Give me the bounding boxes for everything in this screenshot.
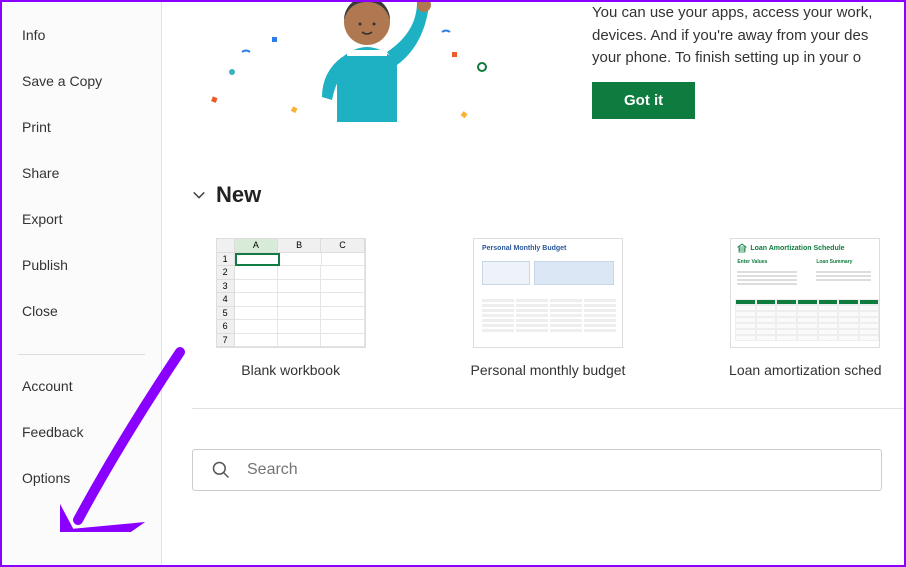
template-thumb-blank: A B C 1 2 3 4 5 6 7 xyxy=(216,238,366,348)
sidebar-item-share[interactable]: Share xyxy=(2,150,161,196)
thumb-budget-title: Personal Monthly Budget xyxy=(474,239,622,258)
template-thumb-budget: Personal Monthly Budget xyxy=(473,238,623,348)
template-loan-amortization[interactable]: Loan Amortization Schedule Enter Values … xyxy=(707,238,904,378)
sidebar-item-publish[interactable]: Publish xyxy=(2,242,161,288)
search-icon xyxy=(211,460,231,480)
backstage-sidebar: Info Save a Copy Print Share Export Publ… xyxy=(2,2,162,565)
bank-icon xyxy=(737,243,747,253)
thumb-loan-h1: Enter Values xyxy=(737,259,767,265)
banner-text-block: You can use your apps, access your work,… xyxy=(572,2,904,119)
chevron-down-icon xyxy=(192,188,206,202)
banner-description: You can use your apps, access your work,… xyxy=(592,2,894,70)
sidebar-divider xyxy=(18,354,145,355)
template-label: Blank workbook xyxy=(192,362,389,378)
section-divider xyxy=(192,408,904,409)
template-thumb-loan: Loan Amortization Schedule Enter Values … xyxy=(730,238,880,348)
sidebar-item-options[interactable]: Options xyxy=(2,455,161,501)
template-blank-workbook[interactable]: A B C 1 2 3 4 5 6 7 Blank workbook xyxy=(192,238,389,378)
new-section-title: New xyxy=(216,182,261,208)
sidebar-item-info[interactable]: Info xyxy=(2,12,161,58)
onboarding-banner: You can use your apps, access your work,… xyxy=(192,2,904,152)
sidebar-item-save-copy[interactable]: Save a Copy xyxy=(2,58,161,104)
new-section-header[interactable]: New xyxy=(192,182,904,208)
thumb-loan-title: Loan Amortization Schedule xyxy=(731,239,879,257)
main-content: You can use your apps, access your work,… xyxy=(162,2,904,565)
template-monthly-budget[interactable]: Personal Monthly Budget Personal monthly… xyxy=(449,238,646,378)
template-label: Personal monthly budget xyxy=(449,362,646,378)
search-input[interactable] xyxy=(247,461,863,479)
search-box[interactable] xyxy=(192,449,882,491)
sidebar-item-export[interactable]: Export xyxy=(2,196,161,242)
got-it-button[interactable]: Got it xyxy=(592,82,695,119)
templates-row: A B C 1 2 3 4 5 6 7 Blank workbook Perso… xyxy=(192,238,904,378)
template-label: Loan amortization sched xyxy=(707,362,904,378)
sidebar-item-close[interactable]: Close xyxy=(2,288,161,334)
sidebar-item-account[interactable]: Account xyxy=(2,363,161,409)
thumb-loan-h2: Loan Summary xyxy=(816,259,852,265)
sidebar-item-print[interactable]: Print xyxy=(2,104,161,150)
banner-illustration xyxy=(192,2,572,132)
sidebar-item-feedback[interactable]: Feedback xyxy=(2,409,161,455)
